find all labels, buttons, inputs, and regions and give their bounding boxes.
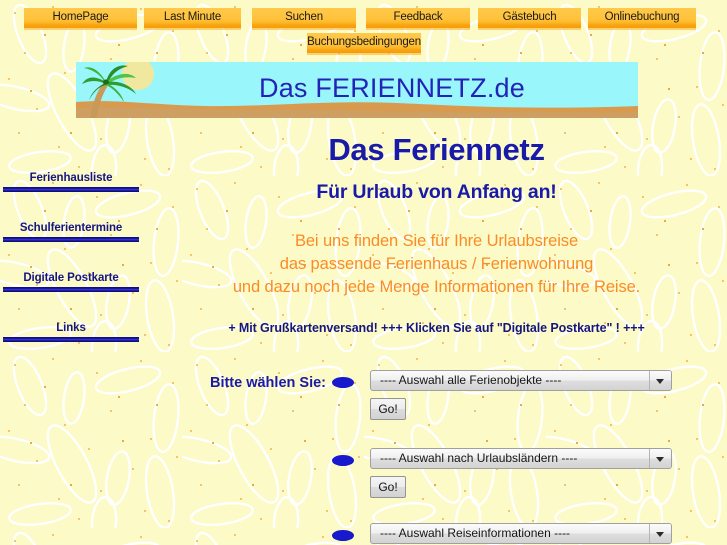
sidebar-item-label: Links: [56, 322, 86, 334]
select-wrapper: ---- Auswahl Reiseinformationen ----: [370, 523, 672, 544]
select-wrapper: ---- Auswahl alle Ferienobjekte ----: [370, 370, 672, 391]
sidebar-item-label: Schulferientermine: [19, 222, 123, 234]
nav-button-homepage[interactable]: HomePage: [24, 8, 137, 28]
nav-label: Last Minute: [163, 11, 222, 23]
nav-label: Onlinebuchung: [604, 11, 680, 23]
nav-label: Suchen: [285, 11, 323, 23]
form-prompt-label: Bitte wählen Sie:: [209, 375, 326, 391]
sidebar-item-ferienhausliste[interactable]: Ferienhausliste: [0, 172, 142, 192]
nav-button-last-minute[interactable]: Last Minute: [144, 8, 241, 28]
top-navigation: HomePage Last Minute Suchen Feedback Gäs…: [0, 0, 727, 58]
nav-label: Gästebuch: [502, 11, 557, 23]
bullet-icon: [332, 455, 354, 466]
sidebar-item-label: Ferienhausliste: [29, 172, 113, 184]
banner-title: Das FERIENNETZ.de: [259, 73, 525, 103]
sidebar-item-schulferientermine[interactable]: Schulferientermine: [0, 222, 142, 242]
nav-label: Feedback: [393, 11, 443, 23]
nav-button-feedback[interactable]: Feedback: [366, 8, 470, 28]
nav-button-onlinebuchung[interactable]: Onlinebuchung: [588, 8, 696, 28]
sidebar-item-links[interactable]: Links: [0, 322, 142, 342]
sidebar-item-label: Digitale Postkarte: [23, 272, 119, 284]
main-content: Das Feriennetz Für Urlaub von Anfang an!…: [146, 132, 727, 335]
sidebar-divider: [3, 287, 139, 292]
nav-button-gaestebuch[interactable]: Gästebuch: [478, 8, 581, 28]
sidebar-item-digitale-postkarte[interactable]: Digitale Postkarte: [0, 272, 142, 292]
select-reiseinformationen[interactable]: ---- Auswahl Reiseinformationen ----: [370, 523, 672, 544]
select-urlaubslaendern[interactable]: ---- Auswahl nach Urlaubsländern ----: [370, 448, 672, 469]
site-banner: Das FERIENNETZ.de: [76, 62, 638, 118]
nav-label: Buchungsbedingungen: [307, 36, 421, 48]
intro-line-2: das passende Ferienhaus / Ferienwohnung: [279, 255, 594, 273]
go-button-ferienobjekte[interactable]: Go!: [370, 398, 406, 420]
sidebar-divider: [3, 337, 139, 342]
intro-line-3: und dazu noch jede Menge Informationen f…: [232, 278, 641, 296]
nav-button-suchen[interactable]: Suchen: [252, 8, 356, 28]
promo-text: + Mit Grußkartenversand! +++ Klicken Sie…: [228, 321, 645, 335]
bullet-icon: [332, 530, 354, 541]
sidebar-divider: [3, 237, 139, 242]
nav-button-buchungsbedingungen[interactable]: Buchungsbedingungen: [307, 33, 421, 53]
bullet-icon: [332, 377, 354, 388]
go-button-urlaubslaendern[interactable]: Go!: [370, 476, 406, 498]
page-subtitle: Für Urlaub von Anfang an!: [316, 181, 557, 203]
select-wrapper: ---- Auswahl nach Urlaubsländern ----: [370, 448, 672, 469]
select-ferienobjekte[interactable]: ---- Auswahl alle Ferienobjekte ----: [370, 370, 672, 391]
nav-label: HomePage: [52, 11, 109, 23]
page-title: Das Feriennetz: [328, 132, 545, 167]
sidebar: Ferienhausliste Schulferientermine Digit…: [0, 172, 142, 372]
sidebar-divider: [3, 187, 139, 192]
intro-line-1: Bei uns finden Sie für Ihre Urlaubsreise: [294, 232, 579, 250]
intro-paragraph: Bei uns finden Sie für Ihre Urlaubsreise…: [146, 230, 727, 299]
